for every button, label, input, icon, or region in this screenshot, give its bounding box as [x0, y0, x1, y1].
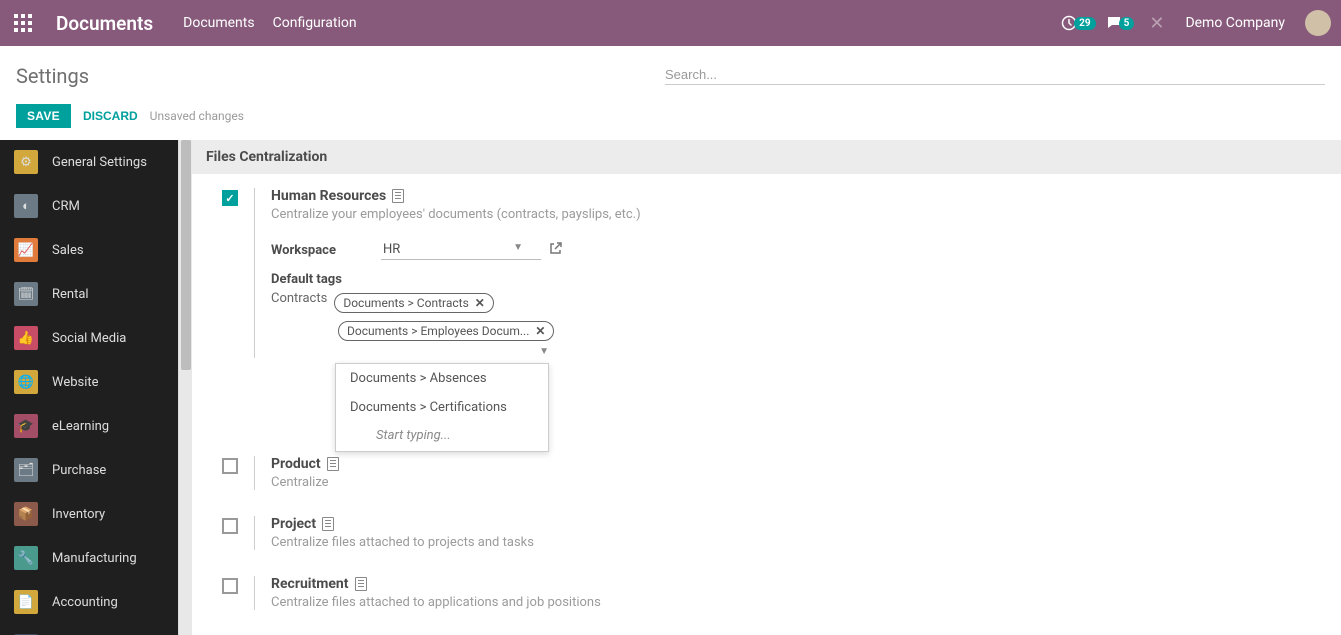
setting-desc: Centralize your employees' documents (co… — [271, 207, 1341, 222]
tag-chip[interactable]: Documents > Contracts✕ — [334, 293, 494, 313]
setting-desc: Centralize — [271, 475, 1341, 490]
sidebar-icon: 👍 — [14, 326, 38, 350]
sidebar-icon: 🔧 — [14, 546, 38, 570]
scroll-thumb[interactable] — [181, 140, 191, 370]
setting-product: Product Centralize — [212, 456, 1341, 490]
activity-button[interactable]: 29 — [1061, 15, 1095, 31]
tag-remove-icon[interactable]: ✕ — [475, 296, 485, 310]
sidebar-icon: 📦 — [14, 502, 38, 526]
tags-sublabel: Contracts — [271, 291, 327, 306]
document-icon — [327, 457, 339, 471]
sidebar-icon: 🎓 — [14, 414, 38, 438]
settings-content: Files Centralization Human Resources Cen… — [192, 140, 1341, 635]
sidebar-item[interactable]: 👍 Social Media — [0, 316, 178, 360]
dropdown-typing-hint: Start typing... — [336, 422, 548, 451]
chevron-down-icon: ▼ — [513, 242, 523, 253]
sidebar-icon: 🗂 — [14, 458, 38, 482]
document-icon — [392, 189, 404, 203]
document-icon — [355, 577, 367, 591]
external-link-icon[interactable] — [549, 242, 562, 259]
save-button[interactable]: SAVE — [16, 104, 71, 128]
checkbox-recruitment[interactable] — [222, 578, 238, 594]
sidebar-scrollbar[interactable] — [178, 140, 192, 635]
sidebar-icon: ◐ — [14, 194, 38, 218]
sidebar-label: Purchase — [52, 463, 106, 478]
sidebar-item[interactable]: ◐ CRM — [0, 184, 178, 228]
apps-menu-button[interactable] — [0, 0, 46, 46]
checkbox-human-resources[interactable] — [222, 190, 238, 206]
setting-human-resources: Human Resources Centralize your employee… — [212, 188, 1341, 358]
sidebar-item[interactable]: ⚙ General Settings — [0, 140, 178, 184]
sidebar-icon: 📈 — [14, 238, 38, 262]
sidebar-label: Rental — [52, 287, 89, 302]
checkbox-project[interactable] — [222, 518, 238, 534]
setting-title: Human Resources — [271, 188, 1341, 204]
setting-project: Project Centralize files attached to pro… — [212, 516, 1341, 550]
setting-title: Project — [271, 516, 1341, 532]
discard-button[interactable]: DISCARD — [83, 109, 138, 123]
app-title[interactable]: Documents — [46, 12, 183, 35]
sidebar-label: Social Media — [52, 331, 126, 346]
setting-desc: Centralize files attached to application… — [271, 595, 1341, 610]
sidebar-label: Accounting — [52, 595, 118, 610]
close-button[interactable]: ✕ — [1144, 13, 1169, 34]
menu-documents[interactable]: Documents — [183, 15, 254, 31]
sidebar-item[interactable]: 🗂 Purchase — [0, 448, 178, 492]
setting-title: Product — [271, 456, 1341, 472]
sidebar-icon: 🌐 — [14, 370, 38, 394]
sidebar-icon: ⚙ — [14, 150, 38, 174]
dropdown-item[interactable]: Documents > Absences — [336, 364, 548, 393]
sidebar-item[interactable]: ✚Project — [0, 624, 178, 635]
page-title: Settings — [16, 64, 89, 88]
sidebar-label: Website — [52, 375, 99, 390]
sidebar-item[interactable]: 🗓 Rental — [0, 272, 178, 316]
unsaved-changes-label: Unsaved changes — [150, 109, 244, 123]
dropdown-item[interactable]: Documents > Certifications — [336, 393, 548, 422]
settings-sidebar: ⚙ General Settings ◐ CRM 📈 Sales 🗓 Rental 👍 Socia… — [0, 140, 178, 635]
sidebar-item[interactable]: 🌐 Website — [0, 360, 178, 404]
tag-chip[interactable]: Documents > Employees Docum...✕ — [338, 321, 554, 341]
default-tags-label: Default tags — [271, 272, 1341, 287]
sidebar-label: eLearning — [52, 419, 109, 434]
tag-remove-icon[interactable]: ✕ — [535, 324, 545, 338]
workspace-label: Workspace — [271, 243, 381, 258]
grid-icon — [14, 14, 32, 32]
document-icon — [322, 517, 334, 531]
setting-desc: Centralize files attached to projects an… — [271, 535, 1341, 550]
setting-recruitment: Recruitment Centralize files attached to… — [212, 576, 1341, 610]
workspace-select[interactable]: HR ▼ — [381, 240, 541, 260]
activity-badge: 29 — [1074, 17, 1095, 30]
sidebar-label: Manufacturing — [52, 551, 137, 566]
sidebar-item[interactable]: 📦 Inventory — [0, 492, 178, 536]
sidebar-icon: 📄 — [14, 590, 38, 614]
messages-button[interactable]: 5 — [1106, 15, 1135, 31]
sidebar-item[interactable]: 🎓 eLearning — [0, 404, 178, 448]
sidebar-label: CRM — [52, 199, 80, 214]
messages-badge: 5 — [1119, 17, 1135, 30]
checkbox-product[interactable] — [222, 458, 238, 474]
tags-dropdown: Documents > Absences Documents > Certifi… — [335, 363, 549, 452]
sidebar-item[interactable]: 📄 Accounting — [0, 580, 178, 624]
sidebar-icon: 🗓 — [14, 282, 38, 306]
sidebar-item[interactable]: 🔧 Manufacturing — [0, 536, 178, 580]
search-input[interactable] — [665, 67, 1325, 82]
sidebar-label: General Settings — [52, 155, 147, 170]
setting-title: Recruitment — [271, 576, 1341, 592]
menu-configuration[interactable]: Configuration — [273, 15, 357, 31]
sidebar-item[interactable]: 📈 Sales — [0, 228, 178, 272]
sidebar-label: Inventory — [52, 507, 105, 522]
section-header: Files Centralization — [192, 140, 1341, 174]
sidebar-label: Sales — [52, 243, 84, 258]
company-name[interactable]: Demo Company — [1179, 15, 1291, 31]
chevron-down-icon[interactable]: ▼ — [539, 346, 549, 357]
user-avatar[interactable] — [1305, 10, 1331, 36]
